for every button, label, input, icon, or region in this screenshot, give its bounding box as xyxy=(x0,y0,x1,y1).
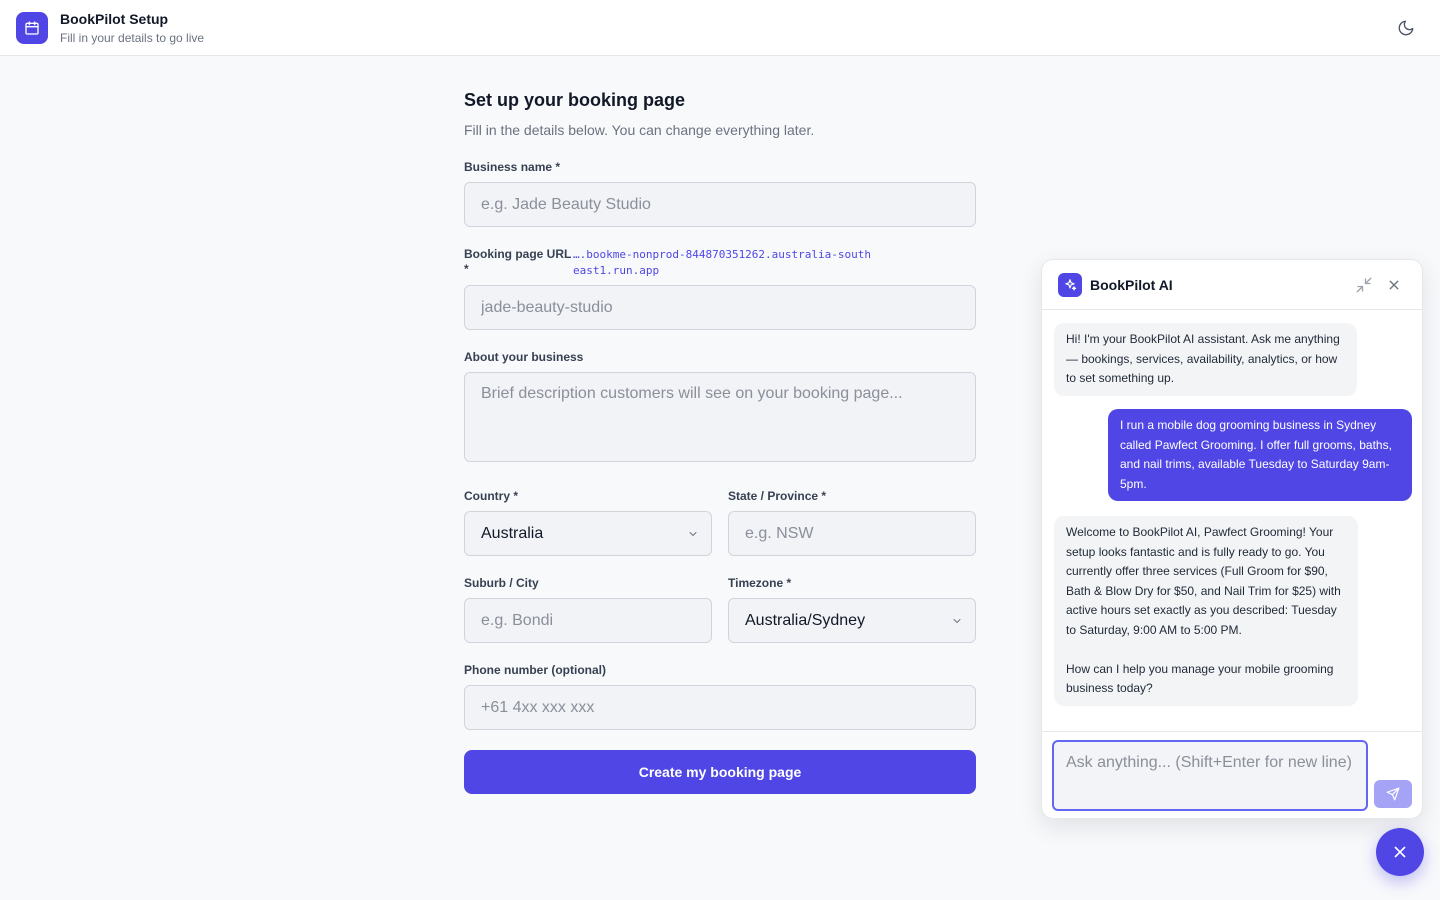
send-button[interactable] xyxy=(1374,780,1412,808)
timezone-label: Timezone * xyxy=(728,576,792,590)
chat-close-icon[interactable] xyxy=(1385,276,1403,294)
state-input[interactable] xyxy=(728,511,976,556)
create-booking-page-button[interactable]: Create my booking page xyxy=(464,750,976,794)
send-icon xyxy=(1386,787,1400,801)
state-label: State / Province * xyxy=(728,489,827,503)
user-message: I run a mobile dog grooming business in … xyxy=(1108,409,1412,501)
app-subtitle: Fill in your details to go live xyxy=(60,31,205,45)
sparkles-icon xyxy=(1058,273,1082,297)
business-name-input[interactable] xyxy=(464,182,976,227)
timezone-select[interactable]: Australia/Sydney xyxy=(728,598,976,643)
chat-divider xyxy=(1042,731,1422,732)
business-name-label: Business name * xyxy=(464,160,561,174)
booking-url-label: Booking page URL * xyxy=(464,247,572,276)
booking-url-prefix: ….bookme-nonprod-844870351262.australia-… xyxy=(573,248,872,277)
booking-url-slug-input[interactable] xyxy=(464,285,976,330)
form-subtitle: Fill in the details below. You can chang… xyxy=(464,122,815,138)
chevron-down-icon xyxy=(689,532,697,536)
chat-title: BookPilot AI xyxy=(1090,277,1173,293)
timezone-value: Australia/Sydney xyxy=(745,611,866,629)
chat-header: BookPilot AI xyxy=(1042,260,1422,310)
phone-label: Phone number (optional) xyxy=(464,663,606,677)
close-icon xyxy=(1394,846,1406,858)
calendar-icon xyxy=(16,12,48,44)
about-business-textarea[interactable] xyxy=(464,372,976,462)
moon-icon xyxy=(1398,20,1414,36)
suburb-label: Suburb / City xyxy=(464,576,539,590)
top-bar: BookPilot Setup Fill in your details to … xyxy=(0,0,1440,56)
minimize-icon[interactable] xyxy=(1355,276,1373,294)
theme-toggle-button[interactable] xyxy=(1392,14,1420,42)
country-value: Australia xyxy=(481,524,544,542)
ai-chat-panel: BookPilot AI Hi! I'm your BookPilot AI a… xyxy=(1041,259,1423,819)
country-select[interactable]: Australia xyxy=(464,511,712,556)
chat-message-input[interactable] xyxy=(1052,740,1368,811)
chat-toggle-button[interactable] xyxy=(1376,828,1424,876)
country-label: Country * xyxy=(464,489,518,503)
assistant-message: Welcome to BookPilot AI, Pawfect Groomin… xyxy=(1054,516,1358,706)
suburb-input[interactable] xyxy=(464,598,712,643)
phone-input[interactable] xyxy=(464,685,976,730)
chevron-down-icon xyxy=(953,619,961,623)
about-business-label: About your business xyxy=(464,350,584,364)
app-title: BookPilot Setup xyxy=(60,11,169,27)
form-title: Set up your booking page xyxy=(464,90,686,110)
assistant-message: Hi! I'm your BookPilot AI assistant. Ask… xyxy=(1054,323,1357,396)
